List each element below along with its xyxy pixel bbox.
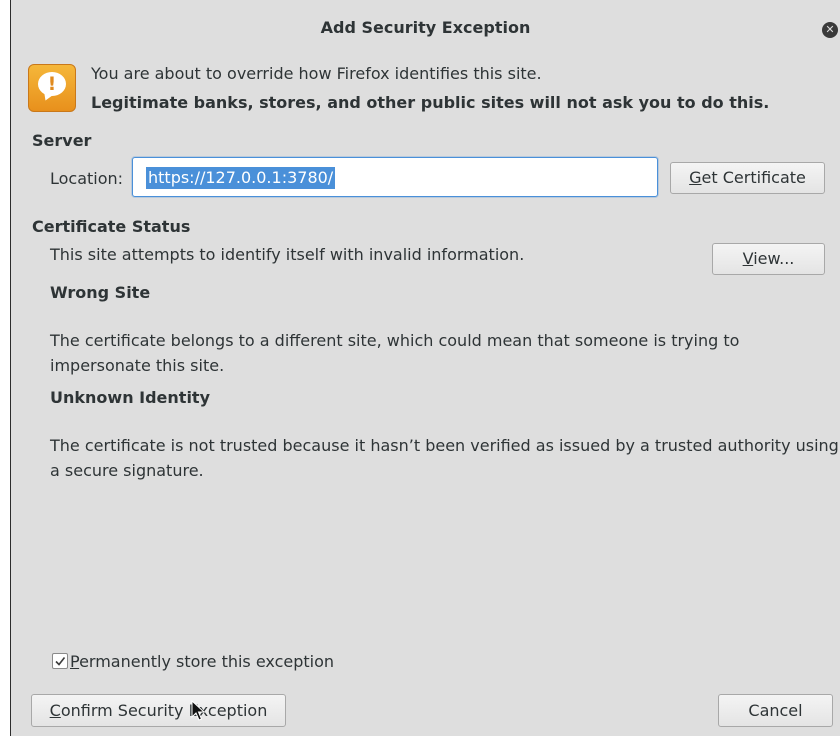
get-certificate-label: et Certificate <box>701 168 806 187</box>
mouse-pointer-icon <box>191 700 205 721</box>
get-certificate-mnemonic: G <box>689 168 702 187</box>
intro-text: You are about to override how Firefox id… <box>91 64 542 83</box>
warning-speech-bubble-icon: ! <box>28 64 76 112</box>
permanently-store-mnemonic: P <box>70 652 80 671</box>
certificate-status-summary: This site attempts to identify itself wi… <box>50 245 525 264</box>
location-label: Location: <box>50 169 124 188</box>
add-security-exception-dialog: Add Security Exception ✕ ! You are about… <box>10 0 840 736</box>
confirm-security-exception-button[interactable]: Confirm Security Exception <box>31 694 286 727</box>
unknown-identity-heading: Unknown Identity <box>50 388 211 407</box>
dialog-title: Add Security Exception <box>320 18 531 37</box>
intro-warning-text: Legitimate banks, stores, and other publ… <box>91 93 770 112</box>
cancel-button[interactable]: Cancel <box>718 694 833 727</box>
view-label: iew... <box>753 249 795 268</box>
unknown-identity-text-line2: a secure signature. <box>50 461 204 480</box>
close-icon[interactable]: ✕ <box>822 22 838 38</box>
dialog-titlebar[interactable]: Add Security Exception ✕ <box>11 0 840 58</box>
wrong-site-text-line2: impersonate this site. <box>50 356 225 375</box>
certificate-status-heading: Certificate Status <box>32 217 191 236</box>
get-certificate-button[interactable]: Get Certificate <box>670 162 825 194</box>
server-heading: Server <box>32 131 92 150</box>
confirm-mnemonic: C <box>49 701 61 720</box>
wrong-site-heading: Wrong Site <box>50 283 151 302</box>
permanently-store-label[interactable]: Permanently store this exception <box>70 652 334 671</box>
wrong-site-text-line1: The certificate belongs to a different s… <box>50 331 740 350</box>
unknown-identity-text-line1: The certificate is not trusted because i… <box>50 436 839 455</box>
permanently-store-label-text: ermanently store this exception <box>79 652 335 671</box>
permanently-store-checkbox[interactable] <box>52 653 68 669</box>
location-value: https://127.0.0.1:3780/ <box>146 167 336 189</box>
view-mnemonic: V <box>742 249 754 268</box>
confirm-label: onfirm Security Exception <box>60 701 268 720</box>
checkmark-icon <box>55 657 66 666</box>
location-input[interactable]: https://127.0.0.1:3780/ <box>132 157 658 197</box>
view-certificate-button[interactable]: View... <box>712 243 825 275</box>
